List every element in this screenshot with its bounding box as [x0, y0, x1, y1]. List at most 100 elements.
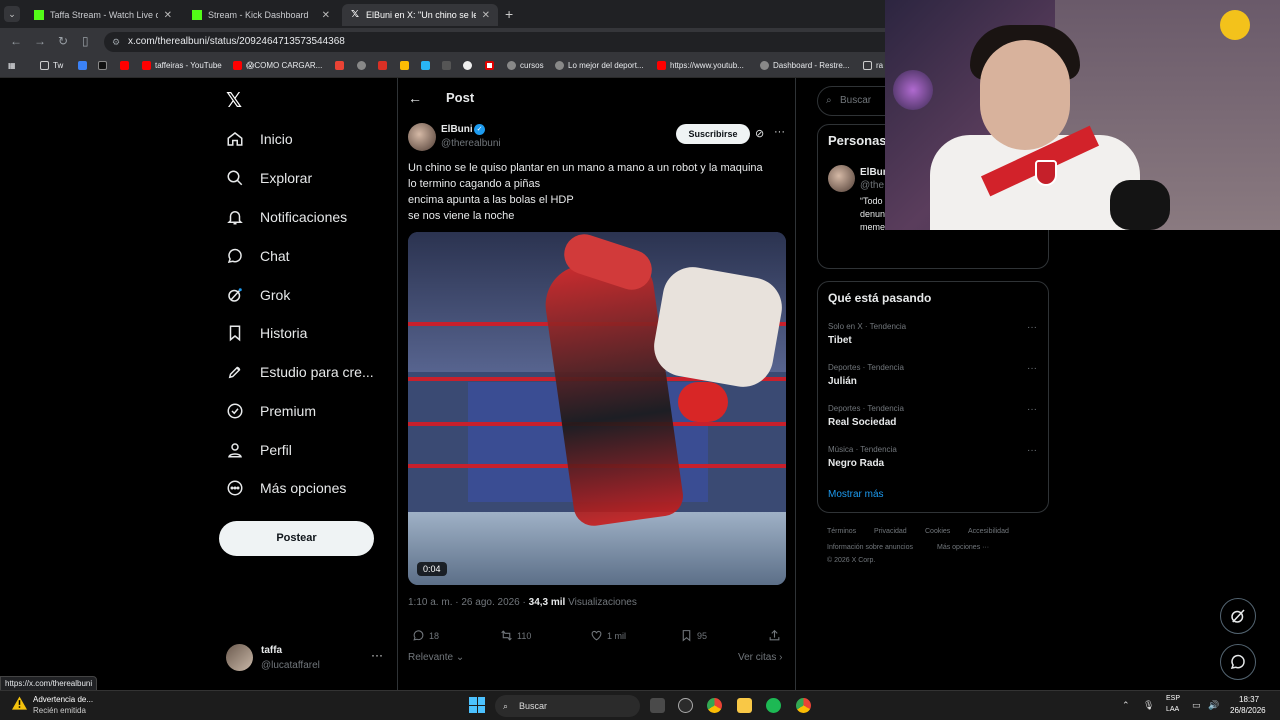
site-info-icon[interactable]: ⚙ [112, 32, 120, 52]
bookmark-dark[interactable] [442, 61, 451, 70]
like-button[interactable]: 1 mil [590, 629, 626, 642]
author-name[interactable]: ElBuni [441, 124, 473, 135]
bookmark-como-cargar[interactable]: 😱COMO CARGAR... [233, 61, 322, 70]
trend-item[interactable]: Negro Rada [828, 458, 884, 469]
bookmark-github[interactable] [463, 61, 472, 70]
chevron-up-icon[interactable]: ⌃ [1122, 700, 1130, 711]
view-quotes-link[interactable]: Ver citas › [738, 652, 782, 663]
footer-terms-link[interactable]: Términos [827, 528, 856, 535]
footer-cookies-link[interactable]: Cookies [925, 528, 950, 535]
more-icon[interactable]: ··· [1027, 404, 1037, 415]
task-view-icon[interactable] [650, 698, 665, 713]
tab-kick-dashboard[interactable]: Stream - Kick Dashboard ✕ [184, 4, 338, 26]
bookmark-yellow[interactable] [400, 61, 409, 70]
nav-chat[interactable]: Chat [226, 247, 290, 265]
back-arrow-icon[interactable]: ← [408, 90, 422, 106]
messages-floating-button[interactable] [1220, 644, 1256, 680]
nav-home[interactable]: Inicio [226, 130, 293, 148]
more-icon[interactable]: ··· [1027, 363, 1037, 374]
bookmark-youtube-1[interactable] [120, 61, 129, 70]
notification-title[interactable]: Advertencia de... [33, 695, 93, 704]
bookmark-youtube-link[interactable]: https://www.youtub... [657, 61, 744, 70]
tab-search-button[interactable]: ⌄ [4, 6, 20, 22]
warning-icon[interactable] [12, 696, 27, 710]
post-video[interactable]: 0:04 [408, 232, 786, 585]
tab-taffa-stream[interactable]: Taffa Stream - Watch Live o ✕ [26, 4, 180, 26]
grok-icon[interactable]: ⊘ [755, 127, 764, 140]
bookmark-button[interactable]: 95 [680, 629, 707, 642]
footer-ads-link[interactable]: Información sobre anuncios [827, 544, 913, 551]
bookmark-tw[interactable]: Tw [40, 61, 63, 70]
bookmark-red-1[interactable] [378, 61, 387, 70]
close-icon[interactable]: ✕ [482, 10, 490, 21]
language-indicator[interactable]: ESP [1166, 695, 1180, 702]
new-tab-button[interactable]: + [505, 6, 513, 22]
file-explorer-icon[interactable] [737, 698, 752, 713]
clock-time[interactable]: 18:37 [1239, 695, 1259, 704]
nav-history[interactable]: Historia [226, 324, 307, 342]
bookmark-gmail[interactable] [335, 61, 344, 70]
sidebar-toggle-icon[interactable]: ▯ [82, 34, 89, 48]
tab-x-post[interactable]: 𝕏 ElBuni en X: "Un chino se le qui ✕ [342, 4, 498, 26]
volume-icon[interactable]: 🔊 [1208, 700, 1219, 711]
author-handle[interactable]: @therealbuni [441, 138, 501, 149]
post-button[interactable]: Postear [219, 521, 374, 556]
close-icon[interactable]: ✕ [164, 10, 172, 21]
clock-date[interactable]: 26/8/2026 [1230, 706, 1266, 715]
share-button[interactable] [768, 629, 781, 642]
trend-item[interactable]: Tibet [828, 335, 852, 346]
bookmark-lo-mejor[interactable]: Lo mejor del deport... [555, 61, 644, 70]
bookmark-dashboard[interactable]: Dashboard - Restre... [760, 61, 849, 70]
bookmark-river[interactable] [485, 61, 494, 70]
obs-icon[interactable] [678, 698, 693, 713]
more-icon[interactable]: ··· [371, 648, 383, 662]
spotify-icon[interactable] [766, 698, 781, 713]
account-switcher[interactable]: taffa @lucataffarel ··· [226, 644, 386, 674]
footer-more-link[interactable]: Más opciones ··· [937, 544, 989, 551]
avatar[interactable] [828, 165, 855, 192]
more-icon[interactable]: ··· [774, 126, 785, 138]
address-bar[interactable]: ⚙ x.com/therealbuni/status/2092464713573… [104, 32, 894, 52]
bookmark-icon-1[interactable] [78, 61, 87, 70]
sort-replies-dropdown[interactable]: Relevante ⌄ [408, 652, 464, 663]
grok-floating-button[interactable] [1220, 598, 1256, 634]
apps-icon[interactable]: ▦ [8, 61, 16, 70]
close-icon[interactable]: ✕ [322, 10, 330, 21]
more-icon[interactable]: ··· [1027, 445, 1037, 456]
x-logo-icon[interactable]: 𝕏 [226, 88, 242, 113]
more-icon[interactable]: ··· [1027, 322, 1037, 333]
nav-notifications[interactable]: Notificaciones [226, 208, 347, 226]
trend-item[interactable]: Julián [828, 376, 857, 387]
back-icon[interactable]: ← [10, 34, 22, 48]
nav-grok[interactable]: Grok [226, 286, 290, 304]
mic-icon[interactable]: 🎙 [1143, 700, 1154, 711]
forward-icon[interactable]: → [34, 34, 46, 48]
reload-icon[interactable]: ↻ [58, 34, 68, 48]
bookmark-blue[interactable] [421, 61, 430, 70]
nav-premium[interactable]: Premium [226, 402, 316, 420]
chrome-icon[interactable] [707, 698, 722, 713]
show-more-link[interactable]: Mostrar más [828, 489, 884, 500]
repost-button[interactable]: 110 [500, 629, 531, 642]
footer-privacy-link[interactable]: Privacidad [874, 528, 907, 535]
subscribe-button[interactable]: Suscribirse [676, 124, 750, 144]
taskbar-search[interactable]: ⌕ Buscar [495, 695, 640, 717]
author-avatar[interactable] [408, 123, 436, 151]
monitor-icon[interactable]: ▭ [1192, 700, 1201, 711]
nav-profile[interactable]: Perfil [226, 441, 292, 459]
keyboard-layout[interactable]: LAA [1166, 706, 1179, 713]
bookmark-tiktok[interactable] [98, 61, 107, 70]
bookmark-folder-ra[interactable]: ra [863, 61, 883, 70]
reply-button[interactable]: 18 [412, 629, 439, 642]
footer-accessibility-link[interactable]: Accesibilidad [968, 528, 1009, 535]
nav-explore[interactable]: Explorar [226, 169, 312, 187]
start-button[interactable] [469, 697, 485, 713]
nav-creator-studio[interactable]: Estudio para cre... [226, 363, 374, 381]
bookmark-globe-1[interactable] [357, 61, 366, 70]
bookmark-taffeiras[interactable]: taffeiras - YouTube [142, 61, 222, 70]
person-handle[interactable]: @the [860, 180, 884, 191]
nav-more-options[interactable]: Más opciones [226, 479, 346, 497]
bookmark-cursos[interactable]: cursos [507, 61, 544, 70]
chrome-icon[interactable] [796, 698, 811, 713]
trend-item[interactable]: Real Sociedad [828, 417, 896, 428]
